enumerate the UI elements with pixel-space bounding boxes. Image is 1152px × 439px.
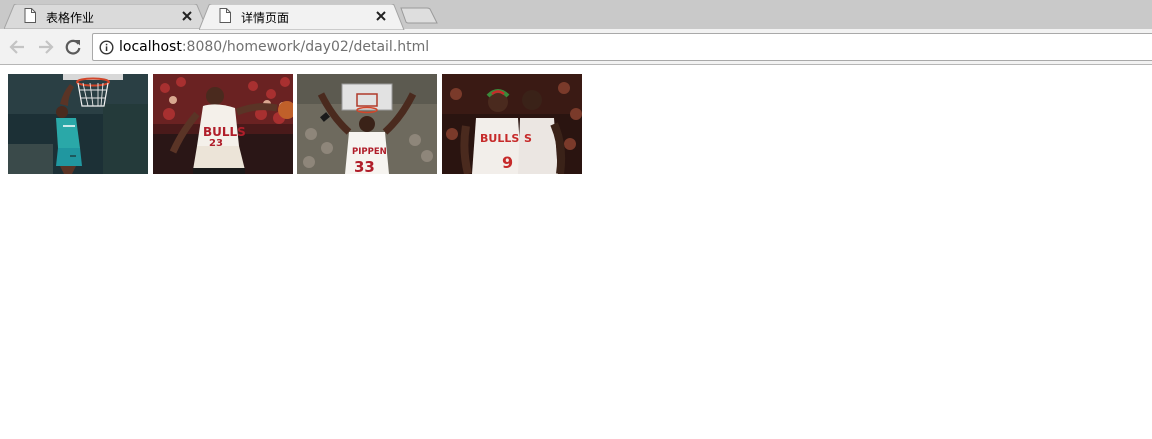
svg-text:33: 33: [354, 158, 375, 174]
page-icon: [219, 8, 231, 23]
url-host: localhost: [119, 39, 182, 55]
svg-text:PIPPEN: PIPPEN: [352, 147, 387, 157]
svg-text:9: 9: [502, 153, 513, 172]
photo-dunk: [8, 74, 148, 174]
address-bar[interactable]: localhost:8080/homework/day02/detail.htm…: [92, 33, 1152, 61]
browser-toolbar: localhost:8080/homework/day02/detail.htm…: [0, 29, 1152, 65]
photo-drive: BULLS 23: [153, 74, 293, 174]
reload-icon[interactable]: [63, 37, 83, 57]
info-icon[interactable]: [99, 40, 114, 55]
back-arrow-icon[interactable]: [8, 37, 28, 57]
tab-title: 表格作业: [46, 11, 95, 25]
page-content: BULLS 23 PIPPEN 33 BULLS 9 S: [0, 66, 1152, 439]
close-icon[interactable]: [180, 9, 194, 23]
forward-arrow-icon[interactable]: [35, 37, 55, 57]
svg-text:BULLS: BULLS: [480, 132, 519, 145]
page-icon: [24, 8, 36, 23]
new-tab-icon[interactable]: [400, 7, 438, 24]
svg-text:S: S: [524, 132, 532, 145]
photo-teammates: BULLS 9 S: [442, 74, 582, 174]
tab-strip: 表格作业 详情页面: [0, 0, 1152, 30]
tab-homework-table[interactable]: 表格作业: [4, 4, 208, 29]
tab-title: 详情页面: [241, 11, 290, 25]
close-icon[interactable]: [374, 9, 388, 23]
tab-detail-page[interactable]: 详情页面: [199, 4, 405, 30]
url-path: :8080/homework/day02/detail.html: [181, 39, 430, 55]
photo-back-view: PIPPEN 33: [297, 74, 437, 174]
svg-text:BULLS: BULLS: [203, 125, 246, 139]
url-text: localhost:8080/homework/day02/detail.htm…: [119, 39, 429, 55]
